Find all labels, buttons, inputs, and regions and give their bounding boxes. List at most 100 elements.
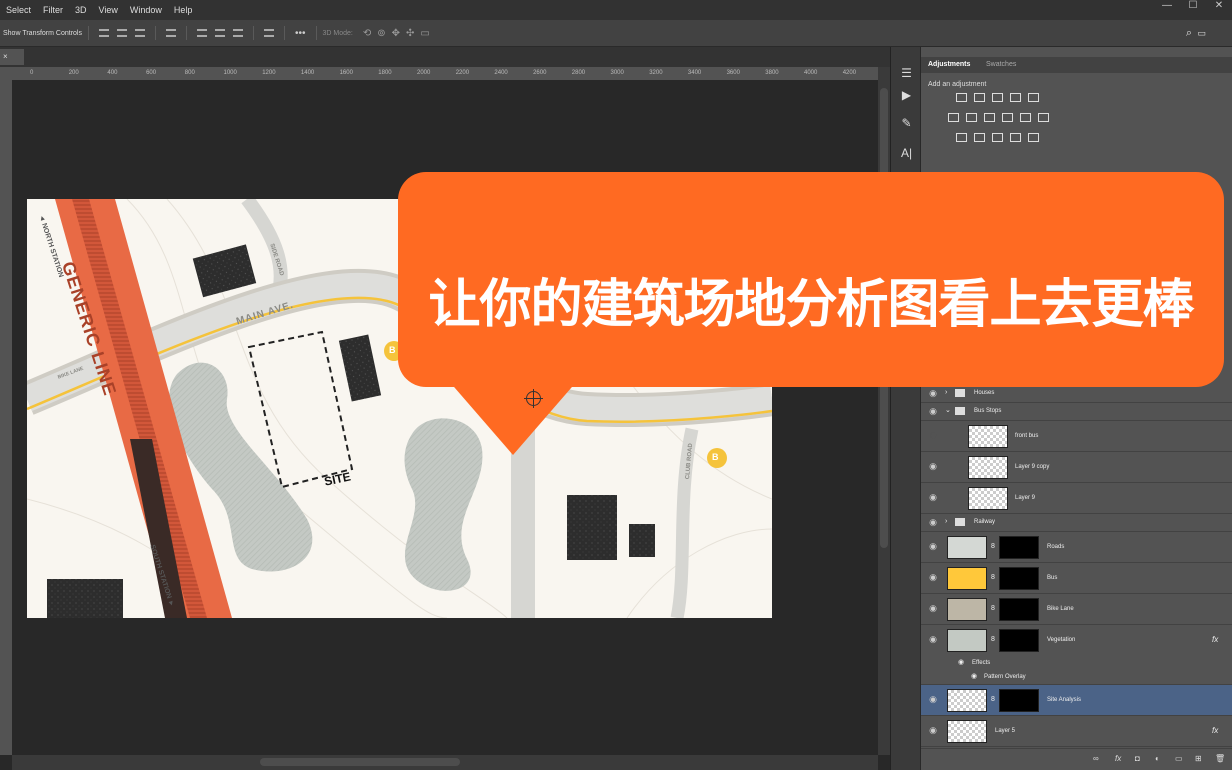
tab-close-icon[interactable]: × xyxy=(3,52,8,61)
search-icon[interactable]: ⌕ xyxy=(1186,27,1192,40)
visibility-eye-icon[interactable]: ◉ xyxy=(926,541,940,553)
vibrance-icon[interactable] xyxy=(1028,93,1039,102)
exposure-icon[interactable] xyxy=(1010,93,1021,102)
menu-3d[interactable]: 3D xyxy=(69,5,93,15)
black-white-icon[interactable] xyxy=(984,113,995,122)
delete-layer-icon[interactable]: 🗑 xyxy=(1215,754,1225,763)
show-transform-controls[interactable]: Show Transform Controls xyxy=(0,30,82,37)
curves-icon[interactable] xyxy=(992,93,1003,102)
link-icon[interactable]: 8 xyxy=(991,543,995,550)
expand-chevron-icon[interactable]: › xyxy=(945,389,947,396)
tab-adjustments[interactable]: Adjustments xyxy=(928,61,970,68)
play-icon[interactable]: ▶ xyxy=(900,89,913,102)
mask-thumbnail[interactable] xyxy=(999,689,1039,712)
link-icon[interactable]: 8 xyxy=(991,636,995,643)
fx-badge[interactable]: fx xyxy=(1212,635,1218,644)
brush-icon[interactable]: ✎ xyxy=(900,117,913,130)
add-style-icon[interactable]: fx xyxy=(1115,754,1121,763)
photo-filter-icon[interactable] xyxy=(1002,113,1013,122)
posterize-icon[interactable] xyxy=(974,133,985,142)
link-icon[interactable]: 8 xyxy=(991,696,995,703)
3d-mode-label: 3D Mode: xyxy=(322,29,353,37)
mask-thumbnail[interactable] xyxy=(999,536,1039,559)
tab-swatches[interactable]: Swatches xyxy=(986,61,1016,68)
layer-row[interactable]: ◉ ⌄ Bus Stops xyxy=(921,403,1232,421)
color-lookup-icon[interactable] xyxy=(1038,113,1049,122)
3d-mode-icons[interactable]: ⟲⊚✥✣▭ xyxy=(363,28,436,39)
visibility-eye-icon[interactable]: ◉ xyxy=(926,388,940,400)
maximize-button[interactable]: ☐ xyxy=(1180,0,1206,16)
mask-thumbnail[interactable] xyxy=(999,567,1039,590)
layer-row[interactable]: ◉ front bus xyxy=(921,421,1232,452)
layer-row-selected[interactable]: ◉ 8 Site Analysis xyxy=(921,685,1232,716)
channel-mixer-icon[interactable] xyxy=(1020,113,1031,122)
visibility-eye-icon[interactable]: ◉ xyxy=(926,492,940,504)
layer-row[interactable]: ◉ 8 Roads xyxy=(921,532,1232,563)
mask-thumbnail[interactable] xyxy=(999,598,1039,621)
visibility-eye-icon[interactable]: ◉ xyxy=(926,634,940,646)
hue-saturation-icon[interactable] xyxy=(948,113,959,122)
fill-thumbnail xyxy=(947,629,987,652)
document-tab[interactable]: × xyxy=(0,49,24,65)
collapse-chevron-icon[interactable]: ⌄ xyxy=(945,406,951,414)
visibility-eye-icon[interactable]: ◉ xyxy=(926,517,940,529)
menu-help[interactable]: Help xyxy=(168,5,199,15)
minimize-button[interactable]: — xyxy=(1154,0,1180,16)
menu-window[interactable]: Window xyxy=(124,5,168,15)
layer-row[interactable]: ◉ Layer 9 copy xyxy=(921,452,1232,483)
layer-name: front bus xyxy=(1015,433,1039,439)
visibility-eye-icon[interactable]: ◉ xyxy=(926,572,940,584)
effects-row[interactable]: ◉ Effects xyxy=(921,656,1232,670)
layer-row[interactable]: ◉ 8 Bike Lane xyxy=(921,594,1232,625)
color-balance-icon[interactable] xyxy=(966,113,977,122)
fx-badge[interactable]: fx xyxy=(1212,726,1218,735)
new-group-icon[interactable]: ▭ xyxy=(1175,754,1183,763)
more-options-icon[interactable]: ••• xyxy=(291,28,310,39)
layer-row[interactable]: ◉ › Houses xyxy=(921,385,1232,403)
levels-icon[interactable] xyxy=(974,93,985,102)
layer-row[interactable]: ◉ 8 Vegetation fx xyxy=(921,625,1232,656)
gradient-map-icon[interactable] xyxy=(1028,133,1039,142)
distribute-top-icon[interactable] xyxy=(165,29,176,37)
visibility-eye-icon[interactable]: ◉ xyxy=(926,603,940,615)
pattern-eye-icon[interactable]: ◉ xyxy=(971,672,977,680)
align-left-icon[interactable] xyxy=(196,29,207,37)
brightness-icon[interactable] xyxy=(956,93,967,102)
align-hcenter-icon[interactable] xyxy=(214,29,225,37)
menu-filter[interactable]: Filter xyxy=(37,5,69,15)
history-icon[interactable]: ☰ xyxy=(900,67,913,80)
effects-eye-icon[interactable]: ◉ xyxy=(958,658,964,666)
layer-row[interactable]: ◉ › Railway xyxy=(921,514,1232,532)
character-icon[interactable]: A| xyxy=(900,147,913,160)
layer-row[interactable]: ◉ Layer 9 xyxy=(921,483,1232,514)
horizontal-scroll-thumb[interactable] xyxy=(260,758,460,766)
menu-view[interactable]: View xyxy=(93,5,124,15)
layer-row[interactable]: ◉ 8 Bus xyxy=(921,563,1232,594)
visibility-eye-icon[interactable]: ◉ xyxy=(926,725,940,737)
new-adjustment-icon[interactable]: ◐ xyxy=(1155,754,1160,763)
close-button[interactable]: ✕ xyxy=(1206,0,1232,16)
new-layer-icon[interactable]: ⊞ xyxy=(1195,754,1202,763)
effect-row[interactable]: ◉ Pattern Overlay xyxy=(921,670,1232,685)
workspace-icon[interactable]: ▭ xyxy=(1197,28,1206,39)
align-vcenter-icon[interactable] xyxy=(116,29,127,37)
mask-thumbnail[interactable] xyxy=(999,629,1039,652)
link-icon[interactable]: 8 xyxy=(991,605,995,612)
link-icon[interactable]: 8 xyxy=(991,574,995,581)
add-mask-icon[interactable]: ◘ xyxy=(1135,754,1140,763)
align-bottom-icon[interactable] xyxy=(134,29,145,37)
layer-row[interactable]: ◉ Layer 5 fx xyxy=(921,716,1232,747)
selective-color-icon[interactable] xyxy=(1010,133,1021,142)
link-layers-icon[interactable]: ∞ xyxy=(1093,754,1099,763)
invert-icon[interactable] xyxy=(956,133,967,142)
visibility-eye-icon[interactable]: ◉ xyxy=(926,430,940,442)
expand-chevron-icon[interactable]: › xyxy=(945,518,947,525)
visibility-eye-icon[interactable]: ◉ xyxy=(926,461,940,473)
menu-select[interactable]: Select xyxy=(0,5,37,15)
distribute-left-icon[interactable] xyxy=(263,29,274,37)
align-right-icon[interactable] xyxy=(232,29,243,37)
threshold-icon[interactable] xyxy=(992,133,1003,142)
visibility-eye-icon[interactable]: ◉ xyxy=(926,694,940,706)
visibility-eye-icon[interactable]: ◉ xyxy=(926,406,940,418)
align-top-icon[interactable] xyxy=(98,29,109,37)
